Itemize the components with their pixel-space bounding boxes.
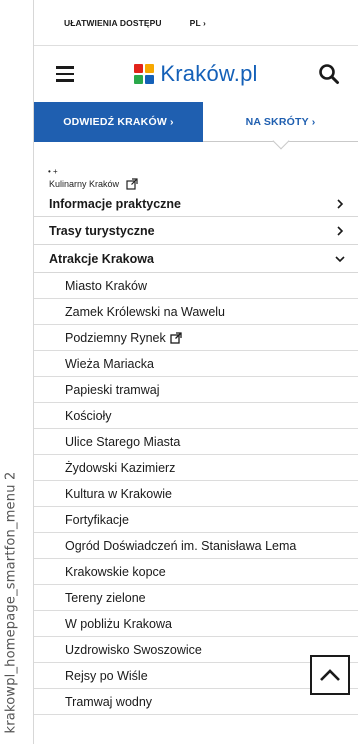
submenu-item-label: Tereny zielone <box>65 590 146 605</box>
submenu-item[interactable]: Fortyfikacje <box>34 507 358 533</box>
menu-item-label: Trasy turystyczne <box>49 223 155 238</box>
tab-visit-krakow[interactable]: ODWIEDŹ KRAKÓW › <box>34 102 203 142</box>
submenu-item[interactable]: Ogród Doświadczeń im. Stanisława Lema <box>34 533 358 559</box>
submenu-item-label: Uzdrowisko Swoszowice <box>65 642 202 657</box>
submenu-item[interactable]: Ulice Starego Miasta <box>34 429 358 455</box>
submenu-item-label: Krakowskie kopce <box>65 564 166 579</box>
nav-tabs: ODWIEDŹ KRAKÓW › NA SKRÓTY › <box>34 102 358 150</box>
submenu-item-label: Żydowski Kazimierz <box>65 460 176 475</box>
submenu-item-label: Podziemny Rynek <box>65 330 166 345</box>
logo-mark-icon <box>134 64 155 84</box>
main-menu: Informacje praktyczne Trasy turystyczne … <box>34 192 358 273</box>
submenu-item-label: Kultura w Krakowie <box>65 486 172 501</box>
submenu-item-label: Papieski tramwaj <box>65 382 160 397</box>
submenu-item-label: Zamek Królewski na Wawelu <box>65 304 226 319</box>
submenu-item-label: Ulice Starego Miasta <box>65 434 181 449</box>
tab-notch <box>272 132 289 150</box>
submenu-item-label: Rejsy po Wiśle <box>65 668 148 683</box>
bullet-marks: • + <box>48 167 58 176</box>
external-link-icon <box>170 331 182 344</box>
menu-item-informacje[interactable]: Informacje praktyczne <box>34 192 358 217</box>
submenu-item-label: Tramwaj wodny <box>65 694 153 709</box>
menu-item-label: Informacje praktyczne <box>49 197 181 211</box>
menu-item-trasy[interactable]: Trasy turystyczne <box>34 217 358 245</box>
chevron-down-icon <box>335 255 345 262</box>
site-header: Kraków.pl <box>34 46 358 102</box>
site-logo[interactable]: Kraków.pl <box>134 61 257 87</box>
logo-text: Kraków.pl <box>160 61 258 86</box>
submenu-item[interactable]: W pobliżu Krakowa <box>34 611 358 637</box>
submenu-item[interactable]: Miasto Kraków <box>34 273 358 299</box>
scroll-to-top-button[interactable] <box>310 655 350 695</box>
side-caption: krakowpl_homepage_smartfon_menu 2 <box>0 0 19 744</box>
language-switcher[interactable]: PL › <box>190 18 206 28</box>
top-bar: UŁATWIENIA DOSTĘPU PL › <box>34 0 358 46</box>
accessibility-link[interactable]: UŁATWIENIA DOSTĘPU <box>64 18 162 28</box>
tab-shortcuts[interactable]: NA SKRÓTY › <box>203 102 358 150</box>
atrakcje-submenu: Miasto Kraków Zamek Królewski na Wawelu … <box>34 273 358 715</box>
side-caption-text: krakowpl_homepage_smartfon_menu 2 <box>3 471 19 734</box>
submenu-item-label: Kościoły <box>65 408 112 423</box>
submenu-item[interactable]: Podziemny Rynek <box>34 325 358 351</box>
submenu-item[interactable]: Krakowskie kopce <box>34 559 358 585</box>
chevron-up-icon <box>320 669 340 681</box>
phone-screen: UŁATWIENIA DOSTĘPU PL › Kraków.pl ODWIED… <box>33 0 358 744</box>
submenu-item[interactable]: Papieski tramwaj <box>34 377 358 403</box>
kulinarny-label: Kulinarny Kraków <box>49 179 120 189</box>
submenu-item[interactable]: Kościoły <box>34 403 358 429</box>
submenu-item[interactable]: Wieża Mariacka <box>34 351 358 377</box>
hamburger-menu-icon[interactable] <box>56 66 74 82</box>
submenu-item-label: Miasto Kraków <box>65 278 147 293</box>
submenu-item[interactable]: Zamek Królewski na Wawelu <box>34 299 358 325</box>
menu-item-label: Atrakcje Krakowa <box>49 251 154 266</box>
submenu-item[interactable]: Kultura w Krakowie <box>34 481 358 507</box>
tab-shortcuts-label: NA SKRÓTY › <box>245 115 316 128</box>
kulinarny-link[interactable]: Kulinarny Kraków <box>34 178 358 190</box>
external-link-icon <box>126 178 138 190</box>
submenu-item-label: Fortyfikacje <box>65 512 129 527</box>
submenu-item-label: Ogród Doświadczeń im. Stanisława Lema <box>65 538 297 553</box>
submenu-item-label: Wieża Mariacka <box>65 356 154 371</box>
search-icon[interactable] <box>318 63 340 85</box>
chevron-right-icon <box>337 199 344 209</box>
submenu-item-label: W pobliżu Krakowa <box>65 616 172 631</box>
submenu-item[interactable]: Tereny zielone <box>34 585 358 611</box>
chevron-right-icon <box>337 225 344 236</box>
submenu-item[interactable]: Żydowski Kazimierz <box>34 455 358 481</box>
menu-item-atrakcje[interactable]: Atrakcje Krakowa <box>34 245 358 273</box>
